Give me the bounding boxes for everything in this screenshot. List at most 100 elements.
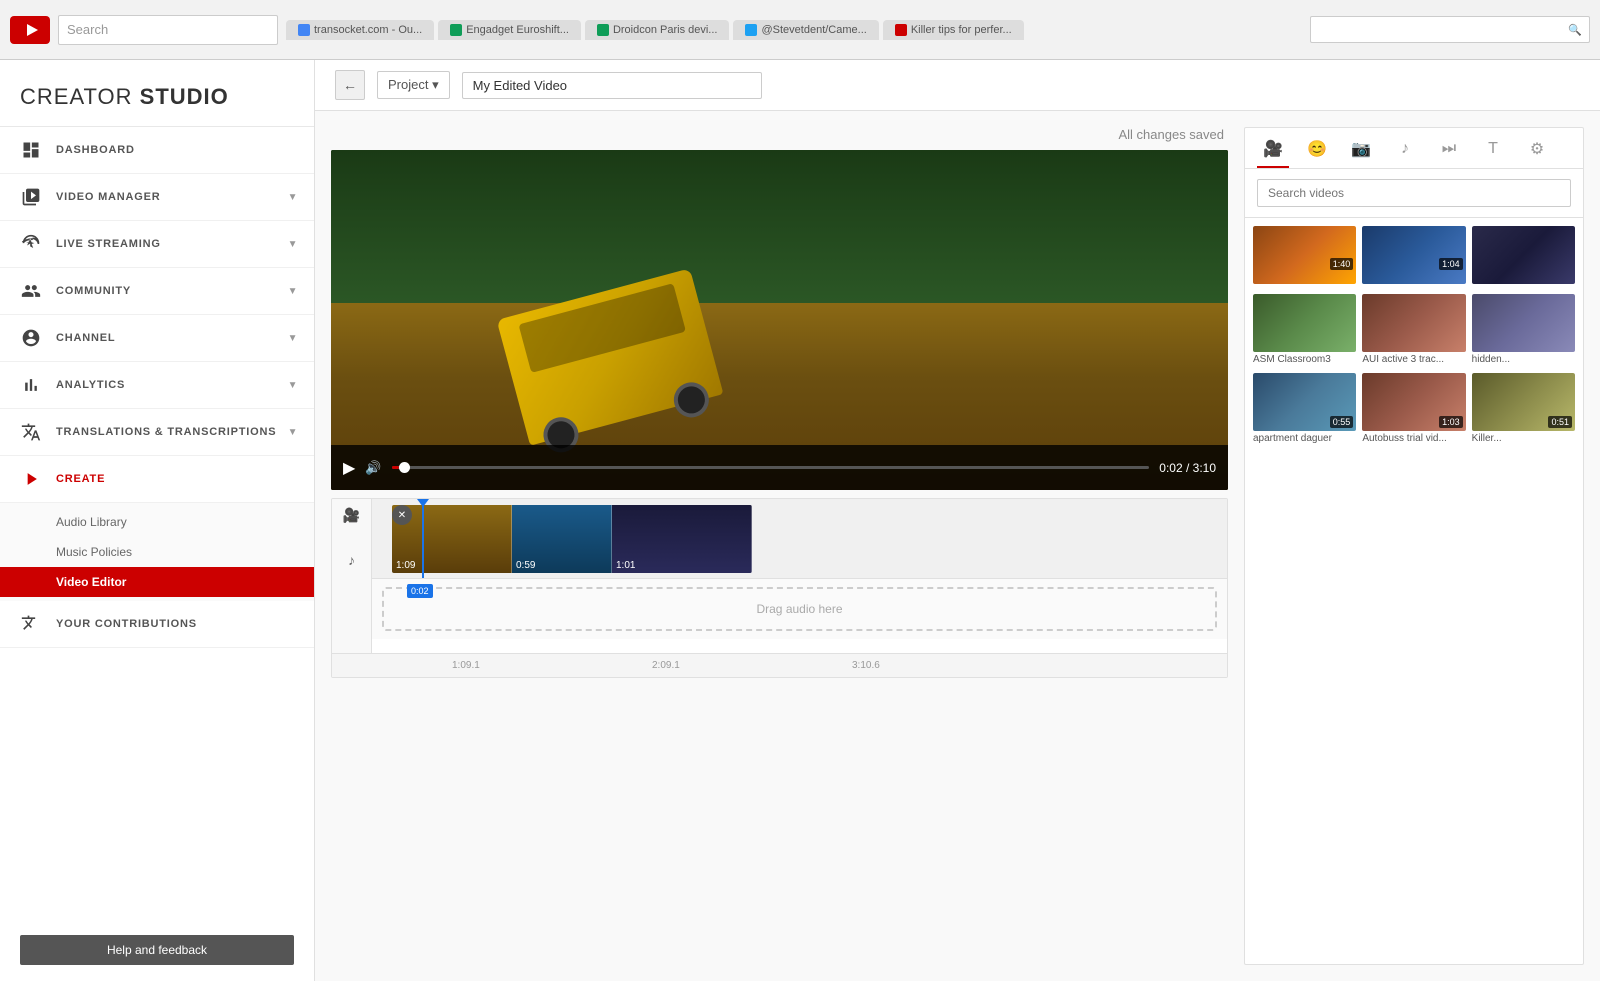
video-thumb-6[interactable]: hidden... xyxy=(1472,294,1575,367)
video-thumb-2[interactable]: 1:04 xyxy=(1362,226,1465,288)
ruler-mark-2: 2:09.1 xyxy=(652,660,680,671)
thumb-label-1 xyxy=(1253,284,1356,288)
sidebar-item-your-contributions[interactable]: YOUR CONTRIBUTIONS xyxy=(0,601,314,648)
ruler-mark-1: 1:09.1 xyxy=(452,660,480,671)
clip-segment-2[interactable]: 0:59 xyxy=(512,505,612,573)
sidebar-nav: DASHBOARD VIDEO MANAGER ▼ LIVE STREAMING… xyxy=(0,127,314,919)
help-feedback-button[interactable]: Help and feedback xyxy=(20,935,294,965)
sidebar: CREATOR STUDIO DASHBOARD VIDEO MANAGER ▼ xyxy=(0,60,315,981)
top-search-input[interactable] xyxy=(1310,16,1590,43)
thumb-label-5: AUI active 3 trac... xyxy=(1362,352,1465,367)
rp-tab-camera[interactable]: 📷 xyxy=(1345,136,1377,168)
thumb-duration-1: 1:40 xyxy=(1330,258,1354,270)
thumb-label-3 xyxy=(1472,284,1575,288)
contributions-label: YOUR CONTRIBUTIONS xyxy=(56,618,197,630)
channel-chevron: ▼ xyxy=(288,333,298,344)
rp-tab-emoji[interactable]: 😊 xyxy=(1301,136,1333,168)
clip-segment-3[interactable]: 1:01 xyxy=(612,505,752,573)
thumb-img-2 xyxy=(1362,226,1465,284)
analytics-label: ANALYTICS xyxy=(56,379,125,391)
browser-tab-5[interactable]: Killer tips for perfer... xyxy=(883,20,1024,40)
volume-icon[interactable]: 🔊 xyxy=(365,460,381,476)
sub-nav-audio-library[interactable]: Audio Library xyxy=(0,507,314,537)
dashboard-label: DASHBOARD xyxy=(56,144,135,156)
video-thumb-4[interactable]: ASM Classroom3 xyxy=(1253,294,1356,367)
time-display: 0:02 / 3:10 xyxy=(1159,461,1216,475)
sidebar-item-video-manager[interactable]: VIDEO MANAGER ▼ xyxy=(0,174,314,221)
video-thumb-1[interactable]: 1:40 xyxy=(1253,226,1356,288)
sub-nav-music-policies[interactable]: Music Policies xyxy=(0,537,314,567)
right-panel: 🎥 😊 📷 ♪ ⏭ T ⚙ 1:40 xyxy=(1244,127,1584,965)
translations-label: TRANSLATIONS & TRANSCRIPTIONS xyxy=(56,426,276,438)
video-thumb-5[interactable]: AUI active 3 trac... xyxy=(1362,294,1465,367)
rp-tab-videos[interactable]: 🎥 xyxy=(1257,136,1289,168)
rp-tab-settings[interactable]: ⚙ xyxy=(1521,136,1553,168)
creator-studio-header: CREATOR STUDIO xyxy=(0,60,314,127)
video-manager-icon xyxy=(20,186,42,208)
sidebar-item-dashboard[interactable]: DASHBOARD xyxy=(0,127,314,174)
video-thumb-3[interactable] xyxy=(1472,226,1575,288)
thumb-label-2 xyxy=(1362,284,1465,288)
channel-icon xyxy=(20,327,42,349)
thumb-label-7: apartment daguer xyxy=(1253,431,1356,446)
thumb-label-8: Autobuss trial vid... xyxy=(1362,431,1465,446)
rp-tab-text[interactable]: T xyxy=(1477,136,1509,168)
video-grid: 1:40 1:04 ASM Classro xyxy=(1245,218,1583,964)
tab-favicon-4 xyxy=(745,24,757,36)
browser-tab-1[interactable]: transocket.com - Ou... xyxy=(286,20,434,40)
sidebar-item-analytics[interactable]: ANALYTICS ▼ xyxy=(0,362,314,409)
scene-trees xyxy=(331,150,1228,320)
thumb-img-6 xyxy=(1472,294,1575,352)
youtube-logo xyxy=(10,16,50,44)
thumb-duration-2: 1:04 xyxy=(1439,258,1463,270)
tab-favicon-5 xyxy=(895,24,907,36)
save-status: All changes saved xyxy=(331,127,1228,142)
sub-nav-video-editor[interactable]: Video Editor xyxy=(0,567,314,597)
video-thumb-9[interactable]: 0:51 Killer... xyxy=(1472,373,1575,446)
audio-drop-zone[interactable]: Drag audio here xyxy=(382,587,1217,631)
timeline-content: ✕ 1:09 0:59 1:01 xyxy=(372,499,1227,653)
top-search-wrapper xyxy=(1310,16,1590,43)
progress-bar[interactable] xyxy=(392,466,1150,469)
video-preview-image xyxy=(331,150,1228,490)
video-editor-panel: All changes saved ▶ 🔊 xyxy=(331,127,1228,965)
video-preview: ▶ 🔊 0:02 / 3:10 xyxy=(331,150,1228,490)
thumb-duration-8: 1:03 xyxy=(1439,416,1463,428)
analytics-icon xyxy=(20,374,42,396)
sidebar-item-community[interactable]: COMMUNITY ▼ xyxy=(0,268,314,315)
timeline-cursor[interactable]: 0:02 xyxy=(422,499,424,578)
browser-tab-4[interactable]: @Stevetdent/Came... xyxy=(733,20,878,40)
sidebar-item-translations[interactable]: TRANSLATIONS & TRANSCRIPTIONS ▼ xyxy=(0,409,314,456)
timeline-icons: 🎥 ♪ xyxy=(332,499,372,653)
progress-dot xyxy=(399,462,410,473)
project-dropdown[interactable]: Project ▾ xyxy=(377,71,450,99)
progress-fill xyxy=(392,466,400,469)
editor-area: All changes saved ▶ 🔊 xyxy=(315,111,1600,981)
video-title-input[interactable] xyxy=(462,72,762,99)
sidebar-item-channel[interactable]: CHANNEL ▼ xyxy=(0,315,314,362)
main-content-wrapper: CREATOR STUDIO DASHBOARD VIDEO MANAGER ▼ xyxy=(0,60,1600,981)
video-search-input[interactable] xyxy=(1257,179,1571,207)
browser-tab-2[interactable]: Engadget Euroshift... xyxy=(438,20,581,40)
create-label: CREATE xyxy=(56,473,105,485)
dashboard-icon xyxy=(20,139,42,161)
thumb-label-6: hidden... xyxy=(1472,352,1575,367)
sidebar-item-create[interactable]: CREATE xyxy=(0,456,314,503)
timeline-ruler: 1:09.1 2:09.1 3:10.6 xyxy=(332,653,1227,677)
browser-tab-3[interactable]: Droidcon Paris devi... xyxy=(585,20,730,40)
tab-favicon-1 xyxy=(298,24,310,36)
play-button[interactable]: ▶ xyxy=(343,458,355,478)
rp-tab-music[interactable]: ♪ xyxy=(1389,136,1421,168)
timeline-area: 🎥 ♪ ✕ 1:09 xyxy=(331,498,1228,678)
channel-label: CHANNEL xyxy=(56,332,115,344)
clip-delete-button[interactable]: ✕ xyxy=(392,505,412,525)
video-track: ✕ 1:09 0:59 1:01 xyxy=(372,499,1227,579)
sidebar-item-live-streaming[interactable]: LIVE STREAMING ▼ xyxy=(0,221,314,268)
browser-search-bar[interactable]: Search xyxy=(58,15,278,45)
video-thumb-8[interactable]: 1:03 Autobuss trial vid... xyxy=(1362,373,1465,446)
browser-tabs: transocket.com - Ou... Engadget Euroshif… xyxy=(286,20,1302,40)
video-thumb-7[interactable]: 0:55 apartment daguer xyxy=(1253,373,1356,446)
thumb-img-3 xyxy=(1472,226,1575,284)
rp-tab-transitions[interactable]: ⏭ xyxy=(1433,136,1465,168)
back-button[interactable]: ← xyxy=(335,70,365,100)
